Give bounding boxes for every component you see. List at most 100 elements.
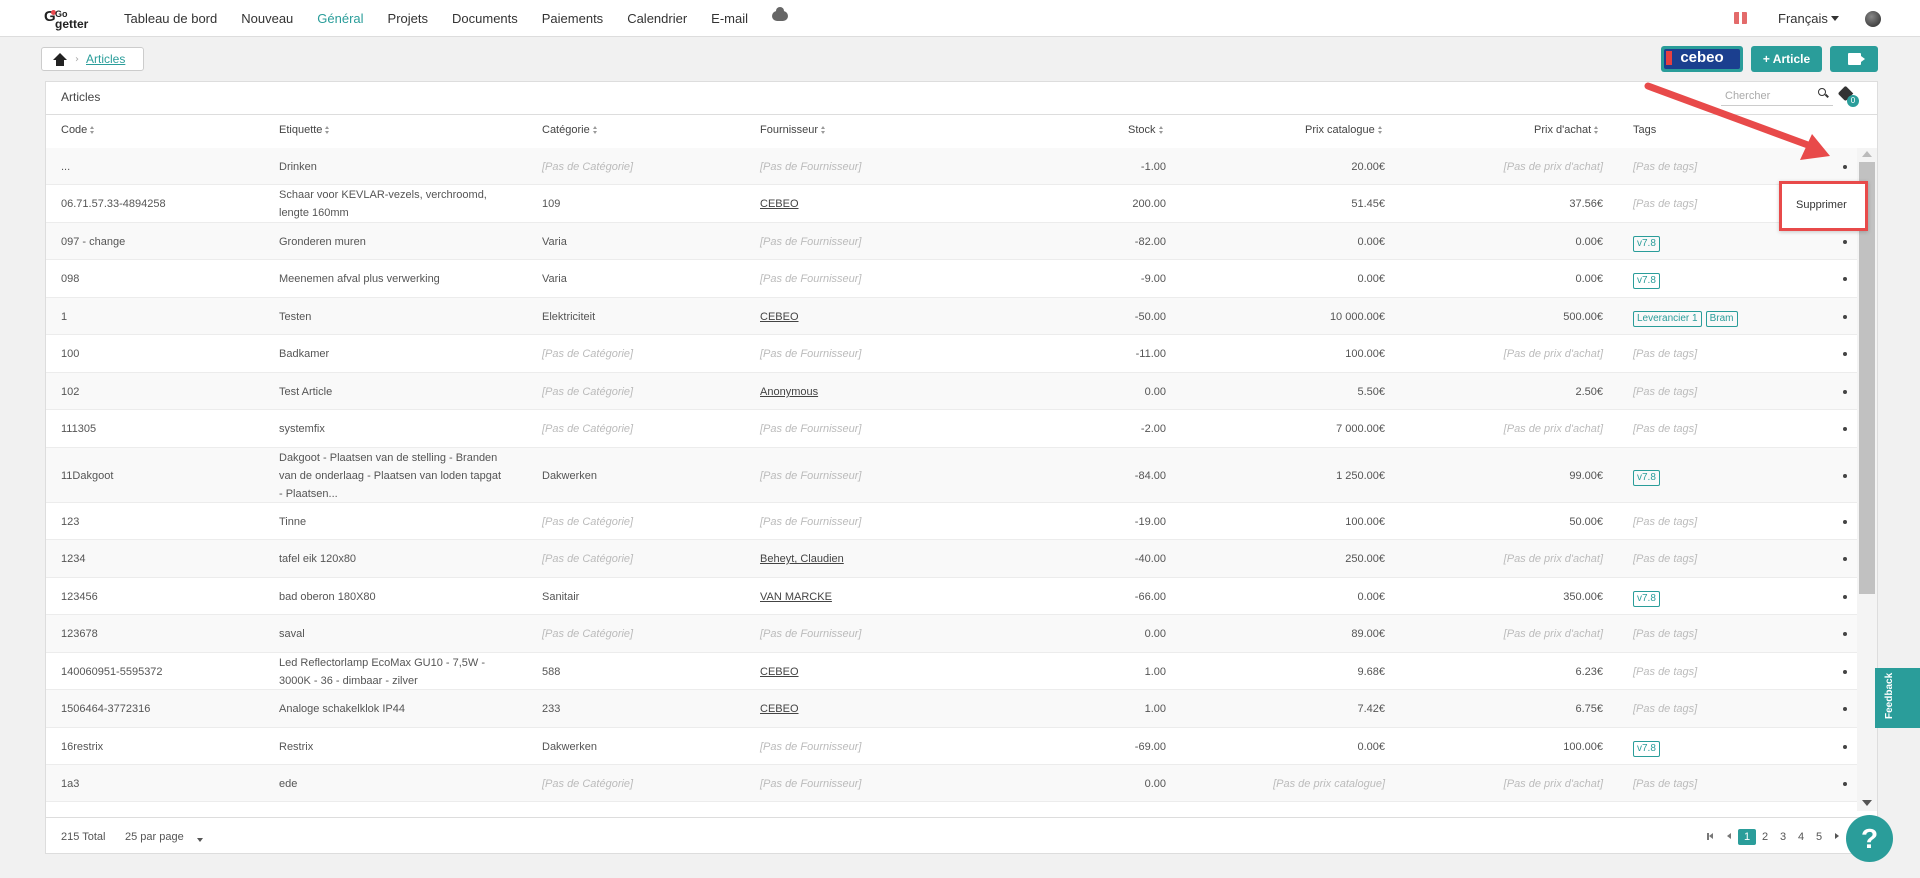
row-actions-icon[interactable] — [1843, 557, 1847, 561]
row-actions-icon[interactable] — [1843, 670, 1847, 674]
column-header-etiquette[interactable]: Etiquette — [279, 124, 330, 136]
cloud-icon[interactable] — [772, 6, 789, 21]
cell-fournisseur[interactable]: VAN MARCKE — [760, 588, 832, 606]
table-row[interactable]: 11Dakgoot Dakgoot - Plaatsen van de stell… — [46, 448, 1857, 503]
cell-fournisseur[interactable]: CEBEO — [760, 308, 799, 326]
nav-item-email[interactable]: E-mail — [711, 11, 748, 26]
main-nav: Tableau de bord Nouveau Général Projets … — [124, 0, 789, 37]
row-actions-icon[interactable] — [1843, 277, 1847, 281]
export-button[interactable] — [1830, 46, 1878, 72]
table-row[interactable]: 1 Testen Elektriciteit CEBEO -50.00 10 000.00… — [46, 298, 1857, 335]
tag-badge[interactable]: v7.8 — [1633, 470, 1660, 486]
nav-item-general[interactable]: Général — [317, 11, 363, 26]
user-avatar[interactable] — [1865, 11, 1881, 27]
row-actions-icon[interactable] — [1843, 390, 1847, 394]
row-actions-icon[interactable] — [1843, 707, 1847, 711]
cell-fournisseur[interactable]: Anonymous — [760, 383, 818, 401]
column-header-prix-catalogue[interactable]: Prix catalogue — [1305, 124, 1383, 136]
column-header-code[interactable]: Code — [61, 124, 95, 136]
page-4[interactable]: 4 — [1792, 829, 1810, 845]
row-actions-icon[interactable] — [1843, 595, 1847, 599]
tag-badge[interactable]: Leverancier 1 — [1633, 311, 1702, 327]
scroll-up-arrow-icon[interactable] — [1862, 151, 1872, 157]
nav-item-nouveau[interactable]: Nouveau — [241, 11, 293, 26]
page-1[interactable]: 1 — [1738, 829, 1756, 845]
caret-down-icon[interactable] — [197, 838, 203, 842]
add-article-button[interactable]: + Article — [1751, 46, 1822, 72]
cell-prix-achat: [Pas de prix d'achat] — [1503, 423, 1603, 435]
table-row[interactable]: 1234 tafel eik 120x80 [Pas de Catégorie] Be… — [46, 540, 1857, 578]
table-row[interactable]: ... Drinken [Pas de Catégorie] [Pas de Four… — [46, 148, 1857, 185]
row-actions-icon[interactable] — [1843, 745, 1847, 749]
per-page-select[interactable]: 25 par page — [125, 831, 184, 843]
nav-item-projets[interactable]: Projets — [388, 11, 428, 26]
cell-fournisseur[interactable]: CEBEO — [760, 195, 799, 213]
tag-badge[interactable]: v7.8 — [1633, 741, 1660, 757]
table-row[interactable]: 16restrix Restrix Dakwerken [Pas de Fournis… — [46, 728, 1857, 765]
table-row[interactable]: 123456 bad oberon 180X80 Sanitair VAN MARCK… — [46, 578, 1857, 615]
delete-menu-item[interactable]: Supprimer — [1796, 199, 1847, 211]
row-actions-icon[interactable] — [1843, 474, 1847, 478]
table-row[interactable]: 111305 systemfix [Pas de Catégorie] [Pas de… — [46, 410, 1857, 448]
cell-fournisseur[interactable]: Beheyt, Claudien — [760, 550, 844, 568]
row-actions-icon[interactable] — [1843, 352, 1847, 356]
page-5[interactable]: 5 — [1810, 829, 1828, 845]
table-row[interactable]: 102 Test Article [Pas de Catégorie] Anonymo… — [46, 373, 1857, 410]
nav-item-documents[interactable]: Documents — [452, 11, 518, 26]
cell-fournisseur[interactable]: CEBEO — [760, 700, 799, 718]
feedback-tab[interactable] — [1875, 668, 1920, 728]
table-row[interactable]: 097 - change Gronderen muren Varia [Pas de … — [46, 223, 1857, 260]
nav-item-tableau-de-bord[interactable]: Tableau de bord — [124, 11, 217, 26]
tag-badge[interactable]: Bram — [1705, 311, 1738, 327]
cell-prix-catalogue: 250.00€ — [1345, 553, 1385, 565]
column-header-prix-achat[interactable]: Prix d'achat — [1534, 124, 1599, 136]
scroll-down-arrow-icon[interactable] — [1862, 800, 1872, 806]
table-row[interactable]: 100 Badkamer [Pas de Catégorie] [Pas de Fou… — [46, 335, 1857, 373]
row-actions-icon[interactable] — [1843, 632, 1847, 636]
page-3[interactable]: 3 — [1774, 829, 1792, 845]
vertical-scrollbar[interactable] — [1857, 148, 1877, 811]
cell-fournisseur[interactable]: CEBEO — [760, 663, 799, 681]
gogetter-logo[interactable]: G Go getter — [44, 8, 100, 30]
next-page-icon[interactable] — [1828, 829, 1846, 845]
cell-stock: -40.00 — [1134, 553, 1166, 565]
cebeo-button[interactable]: cebeo — [1661, 46, 1743, 72]
page-2[interactable]: 2 — [1756, 829, 1774, 845]
nav-item-paiements[interactable]: Paiements — [542, 11, 603, 26]
column-header-stock[interactable]: Stock — [1128, 124, 1164, 136]
column-header-categorie[interactable]: Catégorie — [542, 124, 598, 136]
row-actions-icon[interactable] — [1843, 520, 1847, 524]
cell-tags: [Pas de tags] — [1633, 778, 1698, 790]
cell-tags: [Pas de tags] — [1633, 666, 1698, 678]
tag-badge[interactable]: v7.8 — [1633, 273, 1660, 289]
table-row[interactable]: 123678 saval [Pas de Catégorie] [Pas de Fou… — [46, 615, 1857, 653]
home-icon[interactable] — [53, 52, 67, 66]
gift-icon[interactable] — [1734, 12, 1747, 24]
cell-code: ... — [61, 161, 71, 173]
column-header-fournisseur[interactable]: Fournisseur — [760, 124, 826, 136]
row-actions-icon[interactable] — [1843, 240, 1847, 244]
language-selector[interactable]: Français — [1778, 11, 1828, 26]
caret-down-icon[interactable] — [1831, 16, 1839, 21]
row-actions-icon[interactable] — [1843, 165, 1847, 169]
table-row[interactable]: 1a3 ede [Pas de Catégorie] [Pas de Fourniss… — [46, 765, 1857, 802]
tag-badge[interactable]: v7.8 — [1633, 591, 1660, 607]
table-row[interactable]: 098 Meenemen afval plus verwerking Varia [P… — [46, 260, 1857, 298]
first-page-icon[interactable] — [1702, 829, 1720, 845]
breadcrumb-articles-link[interactable]: Articles — [86, 52, 125, 66]
help-button[interactable]: ? — [1846, 815, 1893, 862]
row-actions-icon[interactable] — [1843, 782, 1847, 786]
table-row[interactable]: 123 Tinne [Pas de Catégorie] [Pas de Fourni… — [46, 503, 1857, 540]
cell-code: 123 — [61, 516, 80, 528]
cell-stock: -11.00 — [1135, 348, 1166, 360]
row-actions-icon[interactable] — [1843, 427, 1847, 431]
cell-tags: v7.8 — [1633, 271, 1664, 289]
table-row[interactable]: 06.71.57.33-4894258 Schaar voor KEVLAR-ve… — [46, 185, 1857, 223]
table-row[interactable]: 1506464-3772316 Analoge schakelklok IP44 2… — [46, 690, 1857, 728]
table-row[interactable]: 140060951-5595372 Led Reflectorlamp EcoMa… — [46, 653, 1857, 690]
previous-page-icon[interactable] — [1720, 829, 1738, 845]
nav-item-calendrier[interactable]: Calendrier — [627, 11, 687, 26]
row-actions-icon[interactable] — [1843, 315, 1847, 319]
tag-badge[interactable]: v7.8 — [1633, 236, 1660, 252]
feedback-label[interactable]: Feedback — [1884, 673, 1895, 719]
